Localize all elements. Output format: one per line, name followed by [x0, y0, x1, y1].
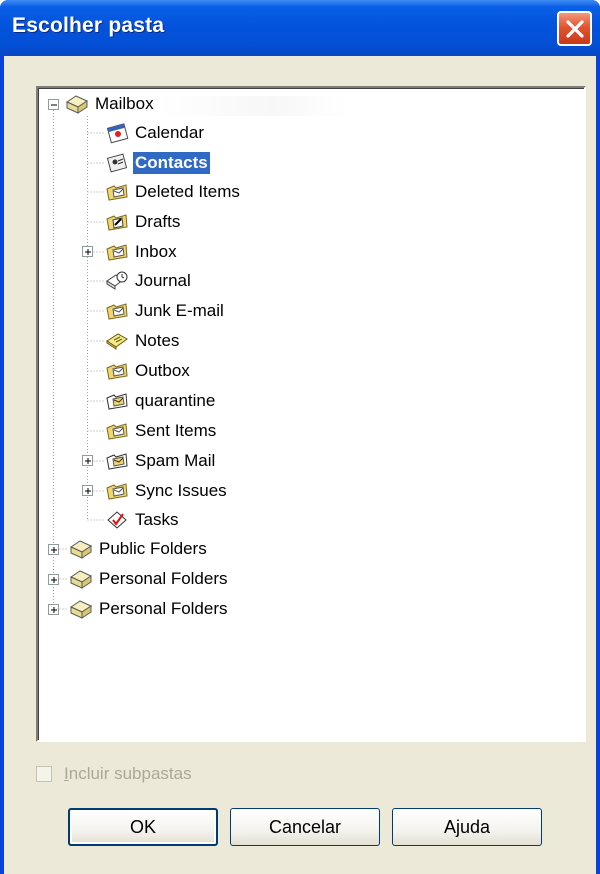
- expand-toggle-personal-folders-2[interactable]: [48, 604, 59, 615]
- tree-node-calendar[interactable]: Calendar: [104, 119, 206, 147]
- drafts-folder-icon: [106, 214, 128, 231]
- tree-node-sent-items[interactable]: Sent Items: [104, 417, 218, 445]
- tree-node-tasks[interactable]: Tasks: [104, 506, 180, 534]
- notes-folder-icon: [106, 333, 128, 350]
- mail-folder-icon: [106, 483, 128, 500]
- tree-node-mailbox[interactable]: Mailbox -: [64, 90, 166, 118]
- tree-node-personal-folders-1[interactable]: Personal Folders: [68, 565, 230, 593]
- expand-toggle-public-folders[interactable]: [48, 544, 59, 555]
- tree-node-label: Inbox: [135, 242, 177, 261]
- tree-node-inbox[interactable]: Inbox: [104, 238, 179, 266]
- expand-toggle-spam-mail[interactable]: [82, 455, 93, 466]
- tree-node-label: Journal: [135, 271, 191, 290]
- cancel-button[interactable]: Cancelar: [230, 808, 380, 846]
- close-button[interactable]: [557, 11, 592, 46]
- tree-node-label: Drafts: [135, 212, 181, 231]
- plus-icon: [85, 249, 91, 255]
- expand-toggle-sync-issues[interactable]: [82, 485, 93, 496]
- tree-node-label: Calendar: [135, 123, 204, 142]
- inbox-folder-icon: [106, 244, 128, 261]
- tree-node-label: Personal Folders: [99, 569, 228, 588]
- window-title: Escolher pasta: [12, 14, 165, 37]
- include-subfolders-text: ncluir subpastas: [68, 764, 192, 783]
- store-icon: [69, 570, 93, 589]
- mail-folder-icon: [106, 453, 128, 470]
- tree-node-junk-email[interactable]: Junk E-mail: [104, 297, 226, 325]
- mailbox-store-icon: [65, 95, 89, 114]
- tree-node-deleted-items[interactable]: Deleted Items: [104, 178, 242, 206]
- mail-folder-icon: [106, 363, 128, 380]
- tree-node-personal-folders-2[interactable]: Personal Folders: [68, 595, 230, 623]
- tree-node-label: Sync Issues: [135, 481, 227, 500]
- tree-node-label-selected: Contacts: [132, 151, 211, 175]
- tree-node-label: Outbox: [135, 361, 190, 380]
- contacts-folder-icon: [106, 153, 128, 173]
- tasks-folder-icon: [107, 511, 127, 529]
- tree-node-journal[interactable]: Journal: [104, 267, 193, 295]
- close-icon: [566, 20, 584, 38]
- plus-icon: [51, 547, 57, 553]
- dialog-window: Escolher pasta Mailbox - Calendar Contac…: [0, 0, 600, 874]
- redacted-area: [158, 96, 348, 116]
- tree-node-spam-mail[interactable]: Spam Mail: [104, 447, 217, 475]
- folder-tree[interactable]: Mailbox - Calendar Contacts Deleted Item…: [36, 86, 586, 742]
- tree-node-drafts[interactable]: Drafts: [104, 208, 182, 236]
- include-subfolders-label: Incluir subpastas: [64, 764, 192, 784]
- plus-icon: [85, 488, 91, 494]
- tree-node-quarantine[interactable]: quarantine: [104, 387, 217, 415]
- expand-toggle-personal-folders-1[interactable]: [48, 574, 59, 585]
- tree-node-label: Spam Mail: [135, 451, 216, 470]
- tree-node-label: Mailbox -: [95, 94, 164, 113]
- plus-icon: [85, 458, 91, 464]
- dialog-body: Mailbox - Calendar Contacts Deleted Item…: [4, 56, 596, 874]
- mail-folder-icon: [106, 393, 128, 410]
- store-icon: [69, 540, 93, 559]
- plus-icon: [51, 607, 57, 613]
- tree-node-label: Notes: [135, 331, 180, 350]
- journal-folder-icon: [106, 271, 128, 290]
- tree-node-label: quarantine: [135, 391, 216, 410]
- tree-node-public-folders[interactable]: Public Folders: [68, 535, 209, 563]
- tree-node-label: Deleted Items: [135, 182, 240, 201]
- help-button[interactable]: Ajuda: [392, 808, 542, 846]
- deleted-items-folder-icon: [106, 184, 128, 201]
- expand-toggle-inbox[interactable]: [82, 246, 93, 257]
- collapse-toggle-mailbox[interactable]: [48, 99, 59, 110]
- calendar-folder-icon: [106, 123, 129, 144]
- tree-node-label: Sent Items: [135, 421, 217, 440]
- mail-folder-icon: [106, 303, 128, 320]
- tree-node-notes[interactable]: Notes: [104, 327, 181, 355]
- tree-node-sync-issues[interactable]: Sync Issues: [104, 477, 229, 505]
- store-icon: [69, 600, 93, 619]
- include-subfolders-checkbox[interactable]: [36, 766, 52, 782]
- tree-node-label: Personal Folders: [99, 599, 228, 618]
- minus-icon: [51, 104, 57, 106]
- tree-node-label: Public Folders: [99, 539, 207, 558]
- mail-folder-icon: [106, 423, 128, 440]
- tree-node-outbox[interactable]: Outbox: [104, 357, 192, 385]
- ok-button[interactable]: OK: [68, 808, 218, 846]
- plus-icon: [51, 577, 57, 583]
- include-subfolders-option[interactable]: Incluir subpastas: [36, 764, 192, 784]
- title-bar[interactable]: Escolher pasta: [0, 0, 600, 56]
- tree-node-label: Junk E-mail: [135, 301, 224, 320]
- tree-node-contacts[interactable]: Contacts: [104, 149, 211, 177]
- tree-node-label: Tasks: [135, 510, 179, 529]
